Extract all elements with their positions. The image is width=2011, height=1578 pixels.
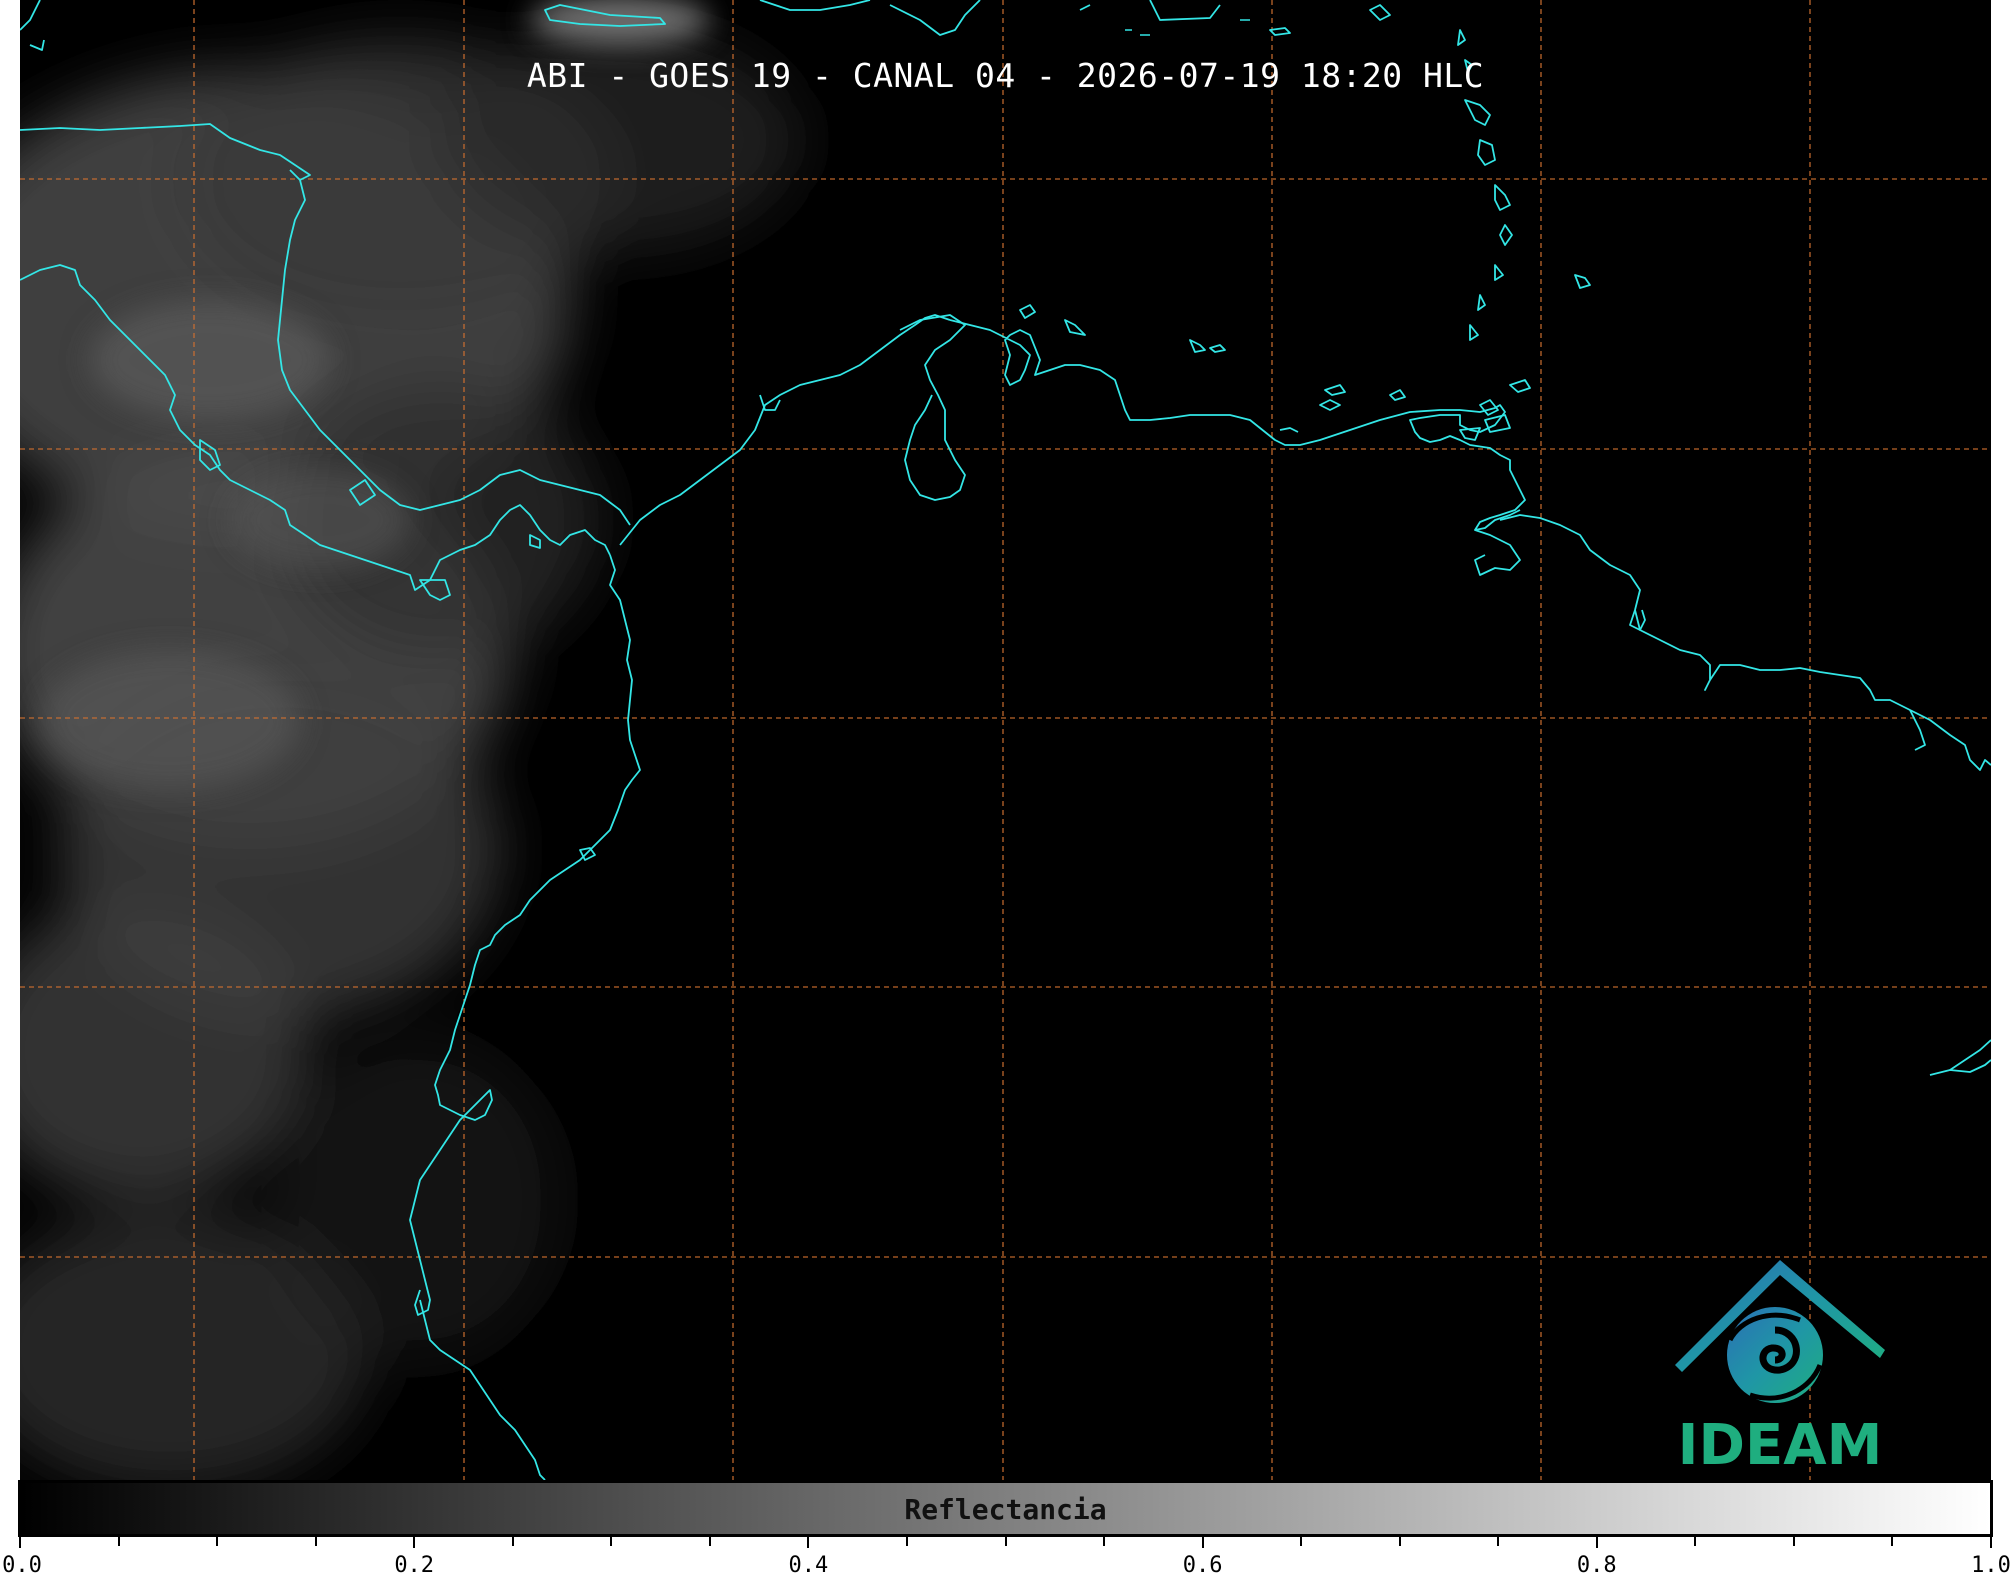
colorbar-minor-tick <box>1891 1537 1894 1546</box>
colorbar-tick-label: 0.6 <box>1182 1553 1223 1578</box>
colorbar-minor-tick <box>117 1537 120 1546</box>
colorbar-minor-tick <box>511 1537 514 1546</box>
colorbar-label: Reflectancia <box>904 1493 1107 1526</box>
colorbar-minor-tick <box>905 1537 908 1546</box>
colorbar-tick-label: 0.8 <box>1576 1553 1617 1578</box>
colorbar-major-tick <box>1595 1537 1598 1548</box>
ideam-logo-icon <box>1675 1260 1885 1403</box>
colorbar-major-tick <box>1201 1537 1204 1548</box>
colorbar-minor-tick <box>1103 1537 1106 1546</box>
colorbar-minor-tick <box>1792 1537 1795 1546</box>
colorbar-major-tick <box>19 1537 21 1548</box>
colorbar-minor-tick <box>708 1537 711 1546</box>
colorbar-minor-tick <box>1694 1537 1697 1546</box>
colorbar-minor-tick <box>1497 1537 1500 1546</box>
colorbar-major-tick <box>413 1537 416 1548</box>
ideam-logo: IDEAM <box>1660 1250 1900 1478</box>
colorbar-tick-label: 1.0 <box>1971 1553 2011 1578</box>
colorbar-tick-label: 0.4 <box>788 1553 829 1578</box>
colorbar-tick-label: 0.2 <box>394 1553 435 1578</box>
colorbar-major-tick <box>807 1537 810 1548</box>
image-title: ABI - GOES 19 - CANAL 04 - 2026-07-19 18… <box>526 56 1485 95</box>
colorbar-minor-tick <box>610 1537 613 1546</box>
colorbar-major-tick <box>1990 1537 1992 1548</box>
colorbar-minor-tick <box>1004 1537 1007 1546</box>
colorbar-minor-tick <box>1300 1537 1303 1546</box>
satellite-map: ABI - GOES 19 - CANAL 04 - 2026-07-19 18… <box>20 0 1991 1480</box>
colorbar-tick-label: 0.0 <box>2 1553 42 1578</box>
colorbar-minor-tick <box>216 1537 219 1546</box>
colorbar-minor-tick <box>314 1537 317 1546</box>
colorbar-minor-tick <box>1398 1537 1401 1546</box>
ideam-logo-text: IDEAM <box>1677 1413 1883 1478</box>
colorbar: Reflectancia <box>18 1480 1993 1537</box>
